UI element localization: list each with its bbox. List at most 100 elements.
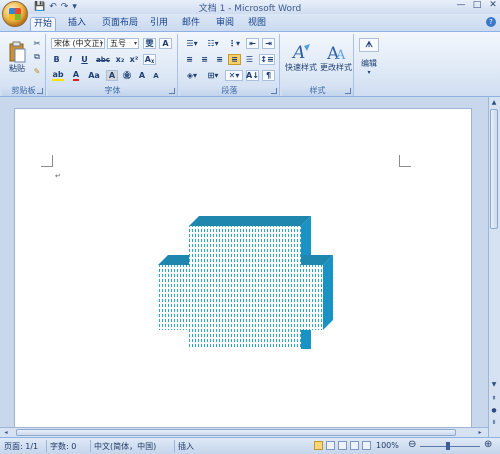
clipboard-group: 粘贴 ✂ ⧉ ✎ 剪贴板: [2, 34, 46, 96]
language[interactable]: 中文(简体，中国): [94, 441, 156, 452]
horizontal-scroll-thumb[interactable]: [16, 429, 456, 436]
align-center-button[interactable]: ≡: [198, 54, 211, 65]
zoom-level[interactable]: 100%: [376, 441, 399, 450]
chevron-down-icon[interactable]: ▾: [356, 68, 382, 76]
close-button[interactable]: ✕: [488, 0, 498, 10]
zoom-out-icon[interactable]: ⊖: [408, 439, 416, 450]
cross-front-face: [158, 226, 323, 349]
italic-button[interactable]: I: [65, 54, 76, 65]
full-screen-reading-view-button[interactable]: [326, 441, 335, 450]
edit-label[interactable]: 编辑: [356, 58, 382, 68]
char-border-button[interactable]: A: [159, 38, 172, 49]
decrease-indent-button[interactable]: ⇤: [246, 38, 259, 49]
tab-review[interactable]: 审阅: [212, 17, 238, 31]
tab-insert[interactable]: 插入: [64, 17, 90, 31]
scroll-up-icon[interactable]: ▲: [490, 99, 498, 107]
zoom-slider-thumb[interactable]: [446, 442, 450, 450]
enclose-chars-button[interactable]: ㊎: [121, 70, 133, 81]
clipboard-launcher-icon[interactable]: [37, 88, 43, 94]
copy-icon[interactable]: ⧉: [32, 52, 42, 62]
next-page-icon[interactable]: ⇟: [490, 419, 498, 427]
help-icon[interactable]: ?: [486, 17, 496, 27]
change-styles-button[interactable]: AA 更改样式: [319, 36, 353, 78]
distributed-button[interactable]: ☰: [243, 54, 256, 65]
tab-references[interactable]: 引用: [146, 17, 172, 31]
styles-group: A 快速样式 AA 更改样式 样式: [282, 34, 354, 96]
zoom-slider[interactable]: [420, 446, 480, 447]
sort-button[interactable]: A↓: [246, 70, 259, 81]
print-layout-view-button[interactable]: [314, 441, 323, 450]
grow-font-button[interactable]: A: [136, 70, 148, 81]
zoom-in-icon[interactable]: ⊕: [484, 439, 492, 450]
tab-home[interactable]: 开始: [30, 17, 56, 31]
font-name-select[interactable]: 宋体 (中文正) ▾: [51, 38, 105, 49]
vertical-scroll-thumb[interactable]: [490, 109, 498, 229]
maximize-button[interactable]: □: [472, 0, 482, 10]
vertical-scrollbar[interactable]: ▲ ▼ ⇞ ● ⇟: [488, 97, 500, 437]
status-bar: 页面: 1/1 字数: 0 中文(简体，中国) 插入 100% ⊖ ⊕: [0, 437, 500, 454]
minimize-button[interactable]: —: [456, 0, 466, 10]
word-count[interactable]: 字数: 0: [50, 441, 76, 452]
svg-text:A: A: [291, 43, 305, 62]
phonetic-guide-button[interactable]: 雯: [143, 38, 156, 49]
font-size-select[interactable]: 五号 ▾: [107, 38, 139, 49]
document-page[interactable]: ↵: [14, 108, 472, 438]
align-left-button[interactable]: ≡: [183, 54, 196, 65]
tab-page-layout[interactable]: 页面布局: [98, 17, 142, 31]
tab-mailings[interactable]: 邮件: [178, 17, 204, 31]
shading-button[interactable]: ◈▾: [183, 70, 201, 81]
paste-button[interactable]: 粘贴: [5, 36, 29, 78]
previous-page-icon[interactable]: ⇞: [490, 395, 498, 403]
strikethrough-button[interactable]: abc: [95, 54, 111, 65]
binoculars-icon: ᗑ: [365, 40, 373, 49]
show-marks-button[interactable]: ¶: [262, 70, 275, 81]
highlight-button[interactable]: ab: [51, 70, 65, 81]
clear-formatting-button[interactable]: Aᵪ: [143, 54, 156, 65]
cross-top-face: [189, 216, 311, 226]
char-shading-button[interactable]: A: [106, 70, 118, 81]
styles-launcher-icon[interactable]: [345, 88, 351, 94]
find-button[interactable]: ᗑ: [359, 38, 379, 52]
office-button[interactable]: [2, 1, 28, 27]
cross-shape[interactable]: [155, 209, 335, 349]
ribbon-tabs: 开始 插入 页面布局 引用 邮件 审阅 视图 ?: [0, 14, 500, 31]
outline-view-button[interactable]: [350, 441, 359, 450]
increase-indent-button[interactable]: ⇥: [262, 38, 275, 49]
paragraph-launcher-icon[interactable]: [271, 88, 277, 94]
scroll-down-icon[interactable]: ▼: [490, 381, 498, 389]
scroll-right-icon[interactable]: ▸: [476, 429, 484, 437]
numbering-button[interactable]: ☷▾: [204, 38, 222, 49]
quick-styles-button[interactable]: A 快速样式: [284, 36, 318, 78]
chinese-layout-button[interactable]: ✕▾: [225, 70, 243, 81]
page-count[interactable]: 页面: 1/1: [4, 441, 38, 452]
font-group-label: 字体: [48, 85, 177, 96]
justify-button[interactable]: ≡: [228, 54, 241, 65]
paste-icon: [9, 41, 26, 62]
subscript-button[interactable]: x₂: [114, 54, 126, 65]
web-layout-view-button[interactable]: [338, 441, 347, 450]
tab-view[interactable]: 视图: [244, 17, 270, 31]
font-color-button[interactable]: A: [70, 70, 82, 81]
format-painter-icon[interactable]: ✎: [32, 66, 42, 76]
chinese-layout-icon: ✕▾: [228, 71, 240, 80]
bullets-button[interactable]: ☰▾: [183, 38, 201, 49]
underline-button[interactable]: U: [79, 54, 90, 65]
draft-view-button[interactable]: [362, 441, 371, 450]
align-right-button[interactable]: ≡: [213, 54, 226, 65]
pilcrow-icon: ¶: [265, 71, 272, 80]
multilevel-list-button[interactable]: ⋮▾: [225, 38, 243, 49]
sort-icon: A↓: [246, 71, 259, 80]
cut-icon[interactable]: ✂: [32, 38, 42, 48]
horizontal-scrollbar[interactable]: ◂ ▸: [0, 427, 488, 437]
borders-button[interactable]: ⊞▾: [204, 70, 222, 81]
change-case-button[interactable]: Aa: [86, 70, 102, 81]
bold-button[interactable]: B: [51, 54, 62, 65]
justify-icon: ≡: [231, 55, 238, 64]
line-spacing-button[interactable]: ↕≡: [259, 54, 275, 65]
scroll-left-icon[interactable]: ◂: [2, 429, 10, 437]
font-launcher-icon[interactable]: [169, 88, 175, 94]
superscript-button[interactable]: x²: [128, 54, 140, 65]
select-browse-object-icon[interactable]: ●: [490, 407, 498, 415]
insert-mode[interactable]: 插入: [178, 441, 194, 452]
shrink-font-button[interactable]: A: [150, 70, 162, 81]
